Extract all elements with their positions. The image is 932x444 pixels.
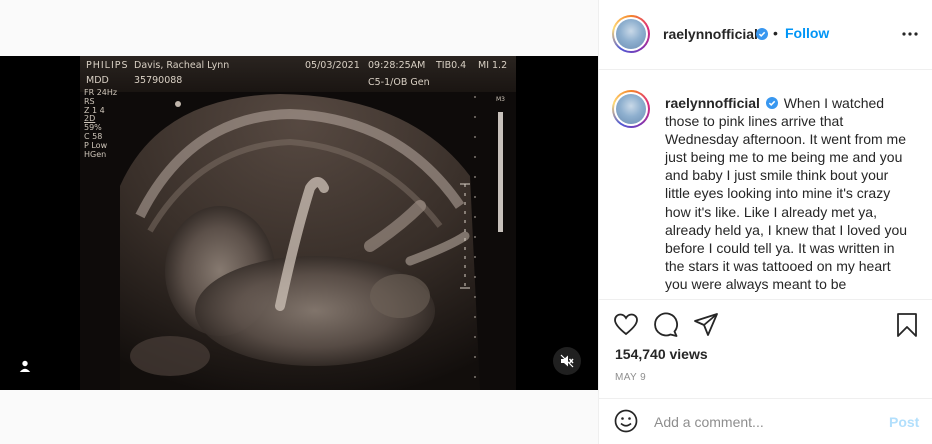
bookmark-icon[interactable] (894, 312, 920, 338)
us-param: HGen (84, 149, 107, 159)
comment-icon[interactable] (653, 312, 679, 338)
verified-badge-icon (765, 97, 778, 109)
speaker-muted-icon[interactable] (553, 347, 581, 375)
verified-badge-icon (756, 28, 768, 40)
user-tag-icon[interactable] (14, 355, 36, 377)
ultrasound-image: PHILIPS Davis, Racheal Lynn 05/03/2021 0… (80, 56, 516, 390)
caption: raelynnofficial When I watched those to … (665, 94, 915, 293)
header-username[interactable]: raelynnofficial (663, 26, 758, 42)
post-button[interactable]: Post (889, 414, 919, 430)
views-count[interactable]: 154,740 views (615, 346, 708, 362)
comment-bar: Post (599, 398, 932, 444)
post-header: raelynnofficial • Follow (599, 0, 932, 70)
us-probe: C5-1/OB Gen (368, 77, 430, 88)
video-player[interactable]: PHILIPS Davis, Racheal Lynn 05/03/2021 0… (0, 56, 598, 390)
separator: • (773, 25, 778, 41)
comment-input[interactable] (654, 412, 874, 432)
caption-username[interactable]: raelynnofficial (665, 95, 760, 111)
post-media: PHILIPS Davis, Racheal Lynn 05/03/2021 0… (0, 0, 598, 444)
us-mi: MI 1.2 (478, 60, 508, 71)
us-params: FR 24Hz RS Z 1 4 2D 59% C 58 P Low HGen (84, 88, 117, 159)
post-date[interactable]: MAY 9 (615, 372, 646, 383)
heart-icon[interactable] (613, 312, 639, 338)
caption-text: When I watched those to pink lines arriv… (665, 95, 908, 292)
ultrasound-scan (80, 56, 516, 390)
avatar[interactable] (612, 15, 650, 53)
us-brand: PHILIPS (86, 60, 129, 71)
smiley-icon[interactable] (614, 409, 638, 433)
us-date: 05/03/2021 (305, 60, 360, 71)
paper-plane-icon[interactable] (693, 312, 719, 338)
us-patient: Davis, Racheal Lynn (134, 60, 230, 71)
post-details-panel: raelynnofficial • Follow raelynnofficial… (598, 0, 932, 444)
follow-button[interactable]: Follow (785, 25, 829, 41)
caption-area: raelynnofficial When I watched those to … (599, 70, 932, 299)
caption-avatar[interactable] (612, 90, 650, 128)
us-id: 35790088 (134, 75, 183, 86)
us-scale-label: M3 (496, 96, 505, 103)
us-tib: TIB0.4 (436, 60, 467, 71)
us-time: 09:28:25AM (368, 60, 426, 71)
more-dots-icon[interactable] (901, 28, 919, 40)
us-mdd: MDD (86, 75, 109, 86)
